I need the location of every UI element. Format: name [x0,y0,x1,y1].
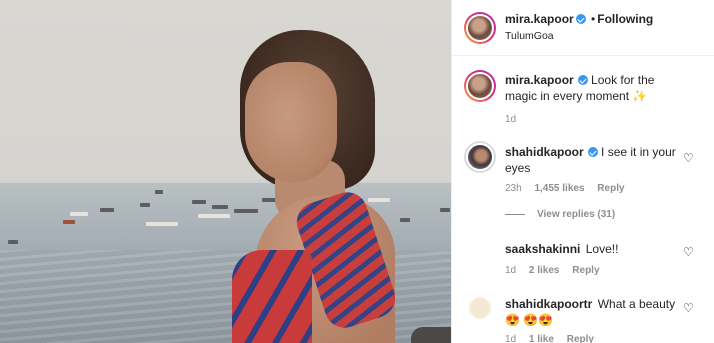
boat [8,240,18,244]
boat [192,200,206,204]
verified-badge-icon [587,147,598,157]
person-face [245,62,337,182]
comment-likes[interactable]: 1,455 likes [534,183,584,194]
comment-likes[interactable]: 2 likes [529,265,560,276]
boat [262,198,276,202]
comment-username[interactable]: shahidkapoor [505,145,584,159]
comment-text: Love!! [585,242,619,256]
comment-text-block: shahidkapoor I see it in your eyes [505,144,680,176]
comment-meta: 1d 2 likes Reply [505,265,610,276]
comment-username[interactable]: saakshakinni [505,242,580,256]
boat [212,205,228,209]
comment-time[interactable]: 1d [505,334,516,343]
avatar[interactable] [466,294,494,322]
header-username[interactable]: mira.kapoor [505,12,574,26]
caption: mira.kapoor Look for the magic in every … [452,70,714,130]
boat [155,190,163,194]
replies-divider [505,213,525,215]
header-line: mira.kapoor • Following [505,12,653,26]
comment-item: saakshakinni Love!! ♡ 1d 2 likes Reply [452,236,714,281]
boat [368,198,390,202]
post-sidebar: mira.kapoor • Following TulumGoa mira.kap… [451,0,714,343]
heart-icon[interactable]: ♡ [683,302,695,314]
avatar-image [466,143,494,171]
comment-meta: 1d 1 like Reply [505,334,604,343]
comment-text-block: saakshakinni Love!! [505,241,680,257]
view-replies-button[interactable]: View replies (31) [505,209,615,220]
avatar-image [466,294,494,322]
caption-username[interactable]: mira.kapoor [505,73,574,87]
avatar[interactable] [466,238,494,266]
verified-badge-icon [577,75,588,85]
boat [234,209,258,213]
boat [198,214,230,218]
boat [70,212,88,216]
boat [440,208,450,212]
location-link[interactable]: TulumGoa [505,30,554,42]
comment-likes[interactable]: 1 like [529,334,554,343]
separator-dot: • [591,12,596,26]
boat [146,222,178,226]
avatar-image [466,72,494,100]
comment-item: shahidkapoortr What a beauty 😍 😍😍 ♡ 1d 1… [452,292,714,343]
avatar[interactable] [464,12,496,44]
rocks [411,327,451,343]
comment-time[interactable]: 1d [505,265,516,276]
boat [63,220,75,224]
post-header: mira.kapoor • Following TulumGoa [452,0,714,56]
view-replies-label: View replies (31) [537,209,616,220]
boat [400,218,410,222]
boat [140,203,150,207]
dress [232,250,312,343]
reply-button[interactable]: Reply [572,265,599,276]
comment-item: shahidkapoor I see it in your eyes ♡ 23h… [452,141,714,226]
caption-time[interactable]: 1d [505,114,516,125]
avatar-image [466,238,494,266]
avatar-image [466,14,494,42]
reply-button[interactable]: Reply [567,334,594,343]
comment-username[interactable]: shahidkapoortr [505,297,592,311]
comment-text-block: shahidkapoortr What a beauty 😍 😍😍 [505,296,685,328]
heart-icon[interactable]: ♡ [683,152,695,164]
following-button[interactable]: Following [597,12,653,26]
caption-text-block: mira.kapoor Look for the magic in every … [505,72,680,104]
reply-button[interactable]: Reply [597,183,624,194]
comment-meta: 23h 1,455 likes Reply [505,183,635,194]
caption-meta: 1d [505,114,526,125]
boat [100,208,114,212]
heart-icon[interactable]: ♡ [683,246,695,258]
post-photo[interactable] [0,0,451,343]
avatar[interactable] [464,70,496,102]
comment-time[interactable]: 23h [505,183,522,194]
avatar[interactable] [464,141,496,173]
verified-badge-icon [575,14,586,24]
